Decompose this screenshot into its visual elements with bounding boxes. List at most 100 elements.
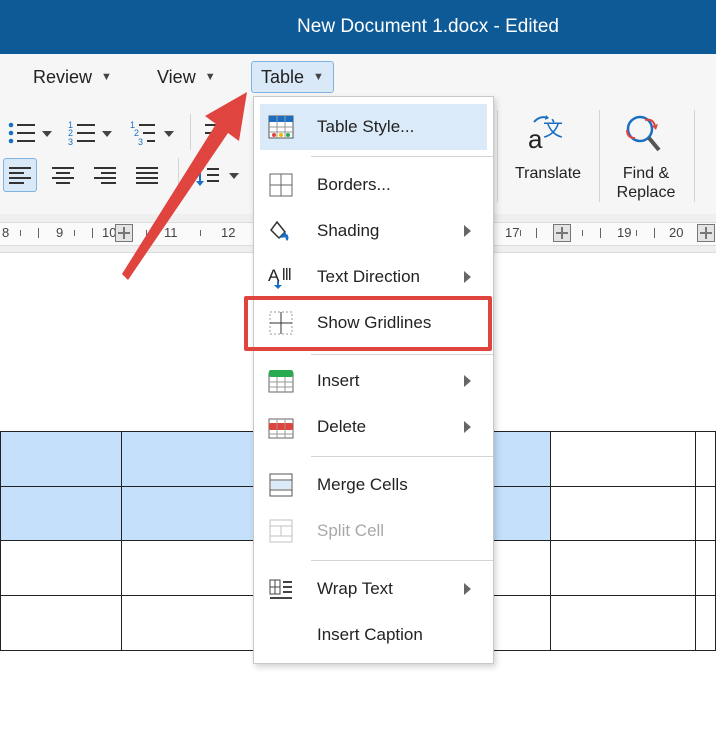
table-cell[interactable] (0, 431, 123, 487)
ruler-tick (146, 230, 147, 236)
ruler-tick (20, 230, 21, 236)
menu-item-label: Wrap Text (317, 579, 393, 598)
svg-text:文: 文 (543, 117, 563, 141)
column-marker[interactable] (553, 224, 571, 242)
window-title: New Document 1.docx - Edited (297, 16, 559, 37)
table-cell[interactable] (0, 595, 123, 651)
column-marker[interactable] (697, 224, 715, 242)
table-cell[interactable] (550, 486, 697, 541)
translate-label[interactable]: Translate (506, 164, 590, 183)
menu-separator (311, 560, 493, 561)
submenu-arrow-icon (464, 225, 471, 237)
submenu-arrow-icon (464, 421, 471, 433)
ribbon-separator (599, 110, 600, 202)
find-replace-icon[interactable] (623, 112, 669, 156)
ruler-number: 12 (221, 225, 236, 240)
submenu-arrow-icon (464, 583, 471, 595)
table-cell[interactable] (0, 486, 123, 541)
borders-icon (269, 173, 293, 197)
table-cell[interactable] (695, 595, 716, 651)
split-cell-icon (269, 519, 293, 543)
numbered-list-icon[interactable]: 1 2 3 (66, 118, 118, 148)
table-cell[interactable] (695, 540, 716, 596)
ruler-number: 9 (56, 225, 64, 240)
menu-item-label: Merge Cells (317, 475, 408, 494)
ruler-tick (636, 230, 637, 236)
menu-table[interactable]: Table ▼ (251, 61, 334, 93)
delete-table-icon (268, 418, 294, 439)
menu-item-merge-cells[interactable]: Merge Cells (260, 462, 487, 508)
text-direction-icon: A (268, 266, 291, 289)
insert-table-icon (268, 370, 294, 393)
ruler-tick (520, 230, 521, 236)
title-bar: New Document 1.docx - Edited (0, 0, 716, 54)
ruler-tick (654, 228, 655, 238)
submenu-arrow-icon (464, 375, 471, 387)
column-marker[interactable] (115, 224, 133, 242)
ruler-number: 17 (505, 225, 520, 240)
table-cell[interactable] (550, 595, 697, 651)
chevron-down-icon: ▼ (313, 71, 324, 83)
svg-text:a: a (528, 124, 543, 154)
menu-item-borders[interactable]: Borders... (260, 162, 487, 208)
justify-icon[interactable] (131, 159, 163, 191)
table-menu-dropdown: Table Style... Borders... Shading A Text… (253, 96, 494, 664)
ruler-tick (582, 230, 583, 236)
menu-view[interactable]: View ▼ (157, 61, 216, 93)
menu-item-wrap-text[interactable]: Wrap Text (260, 566, 487, 612)
menu-item-label: Delete (317, 417, 367, 436)
bullet-list-icon[interactable] (6, 118, 56, 148)
ruler-tick (200, 230, 201, 236)
align-right-icon[interactable] (89, 159, 121, 191)
svg-text:3: 3 (138, 137, 143, 147)
menu-item-shading[interactable]: Shading (260, 208, 487, 254)
menu-review[interactable]: Review ▼ (33, 61, 112, 93)
menu-view-label: View (157, 66, 196, 87)
chevron-down-icon: ▼ (101, 71, 112, 83)
ribbon-separator (190, 114, 191, 150)
ruler-number: 20 (669, 225, 684, 240)
menu-item-table-style[interactable]: Table Style... (260, 104, 487, 150)
align-center-icon[interactable] (47, 159, 79, 191)
table-cell[interactable] (550, 431, 697, 487)
ribbon-separator (178, 158, 179, 192)
merge-cells-icon (269, 473, 293, 497)
align-left-button[interactable] (3, 158, 37, 192)
menu-item-label: Borders... (317, 175, 391, 194)
menu-separator (311, 456, 493, 457)
align-left-icon (9, 167, 31, 184)
table-cell[interactable] (550, 540, 697, 596)
submenu-arrow-icon (464, 271, 471, 283)
multilevel-list-icon[interactable]: 1 2 3 (128, 118, 180, 148)
shading-icon (270, 220, 289, 241)
ruler-number: 11 (164, 225, 178, 240)
menu-item-text-direction[interactable]: A Text Direction (260, 254, 487, 300)
table-style-icon (268, 115, 294, 139)
menu-item-label: Shading (317, 221, 380, 240)
wrap-text-icon (269, 579, 292, 599)
menu-review-label: Review (33, 66, 93, 87)
menu-item-insert[interactable]: Insert (260, 358, 487, 404)
menu-item-split-cell: Split Cell (260, 508, 487, 554)
menu-table-label: Table (261, 66, 305, 87)
table-cell[interactable] (695, 431, 716, 487)
svg-text:3: 3 (68, 137, 73, 147)
chevron-down-icon: ▼ (204, 71, 216, 83)
ruler-tick (536, 228, 537, 238)
menu-item-label: Insert (317, 371, 360, 390)
menu-item-label: Text Direction (317, 267, 420, 286)
table-cell[interactable] (695, 486, 716, 541)
annotation-highlight-box (244, 296, 492, 351)
find-replace-label[interactable]: Find & Replace (606, 164, 686, 202)
menu-item-insert-caption[interactable]: Insert Caption (260, 612, 487, 658)
ruler-number: 19 (617, 225, 632, 240)
indent-icon[interactable] (203, 118, 233, 148)
translate-icon[interactable]: a 文 (526, 112, 570, 156)
menu-bar: Review ▼ View ▼ Table ▼ (0, 54, 716, 100)
line-spacing-icon[interactable] (194, 160, 244, 190)
menu-item-label: Insert Caption (317, 625, 423, 644)
ribbon-separator (694, 110, 695, 202)
menu-separator (311, 156, 493, 157)
table-cell[interactable] (0, 540, 123, 596)
menu-item-delete[interactable]: Delete (260, 404, 487, 450)
